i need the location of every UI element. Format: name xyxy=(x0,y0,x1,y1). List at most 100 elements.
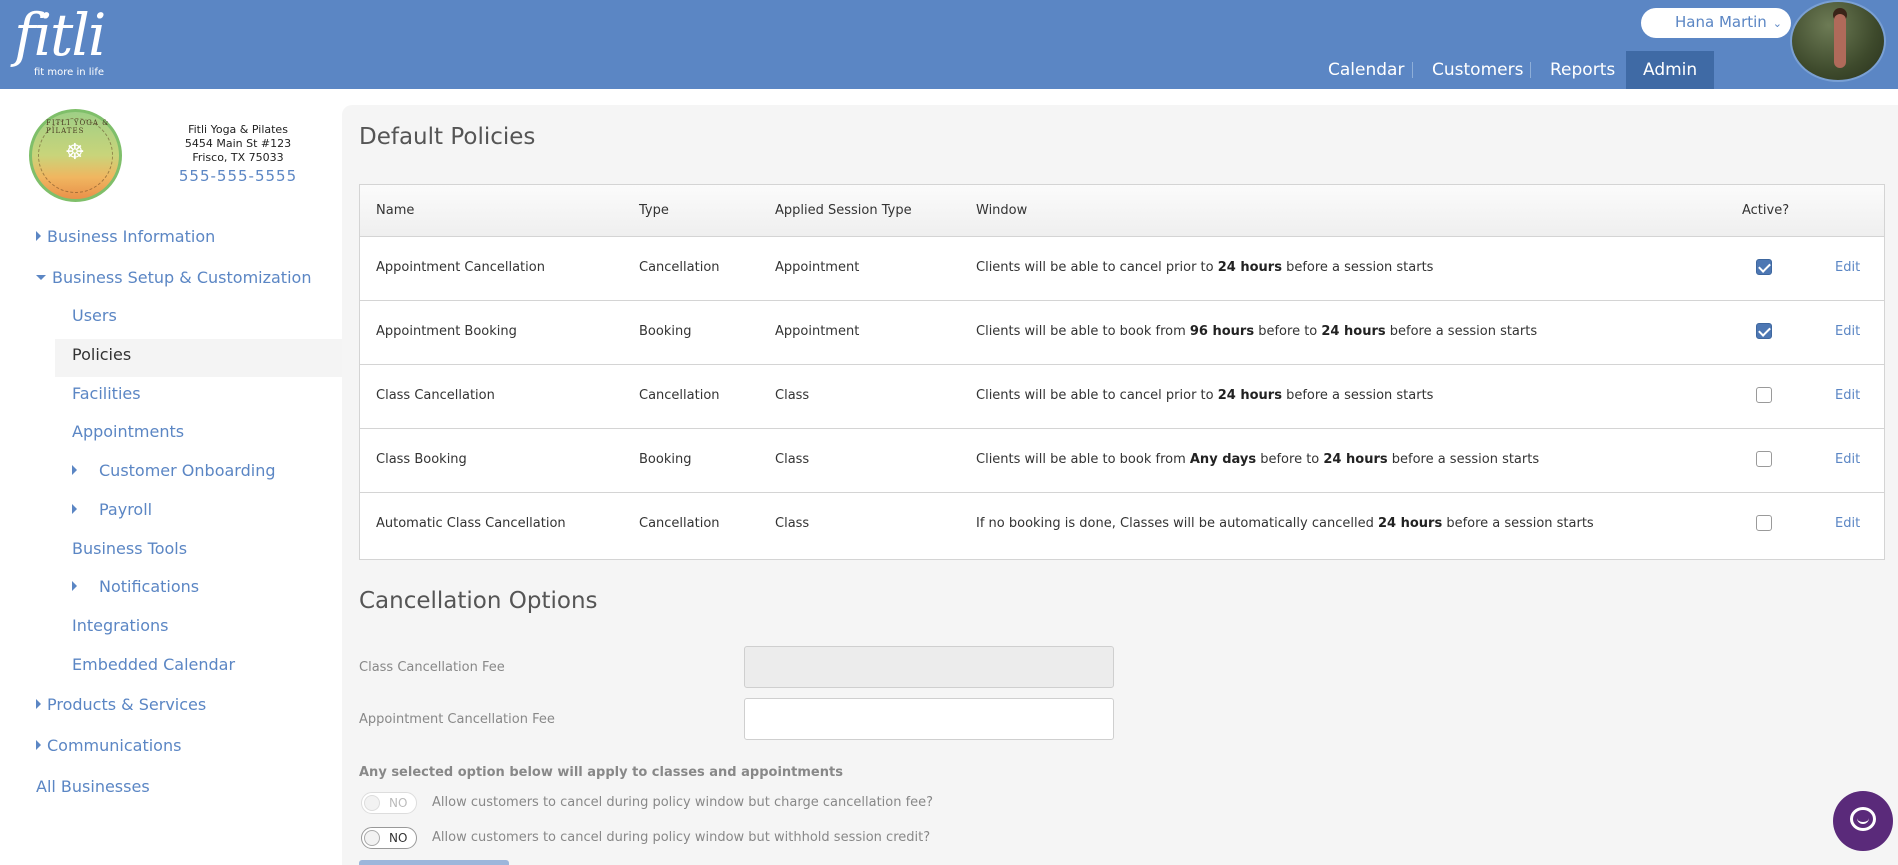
caret-down-icon xyxy=(36,275,46,280)
edit-link[interactable]: Edit xyxy=(1835,516,1860,531)
policy-name: Appointment Booking xyxy=(376,324,517,339)
toggle-state: NO xyxy=(389,831,408,845)
nav-reports[interactable]: Reports xyxy=(1550,51,1615,89)
sidebar-item-communications[interactable]: Communications xyxy=(36,736,181,755)
sidebar-item-embedded-calendar[interactable]: Embedded Calendar xyxy=(72,655,235,674)
window-text: before a session starts xyxy=(1387,452,1540,467)
sidebar-item-customer-onboarding[interactable]: Customer Onboarding xyxy=(72,461,275,480)
edit-link[interactable]: Edit xyxy=(1835,324,1860,339)
caret-right-icon xyxy=(72,465,77,475)
sidebar-item-users[interactable]: Users xyxy=(72,306,117,325)
class-cancellation-fee-input[interactable] xyxy=(744,646,1114,688)
business-name: Fitli Yoga & Pilates xyxy=(188,123,288,136)
nav-calendar[interactable]: Calendar xyxy=(1328,51,1404,89)
logo-tagline: fit more in life xyxy=(34,67,105,78)
window-value: 24 hours xyxy=(1217,260,1282,275)
logo-ring-text: FITLI YOGA & PILATES xyxy=(46,119,110,135)
sidebar-item-policies[interactable]: Policies xyxy=(72,345,131,364)
toggle-knob xyxy=(364,830,380,846)
fitli-logo[interactable]: fitli fit more in life xyxy=(14,1,106,78)
caret-right-icon xyxy=(36,231,41,241)
policy-session-type: Appointment xyxy=(775,260,860,275)
caret-right-icon xyxy=(36,699,41,709)
business-address-line1: 5454 Main St #123 xyxy=(184,137,292,150)
edit-link[interactable]: Edit xyxy=(1835,388,1860,403)
sidebar-item-all-businesses[interactable]: All Businesses xyxy=(36,777,150,796)
sidebar-item-payroll[interactable]: Payroll xyxy=(72,500,152,519)
sidebar-item-business-tools[interactable]: Business Tools xyxy=(72,539,187,558)
options-note: Any selected option below will apply to … xyxy=(359,765,843,780)
column-header-name: Name xyxy=(376,203,415,218)
nav-admin[interactable]: Admin xyxy=(1626,51,1715,89)
sidebar-item-label: Notifications xyxy=(99,577,200,596)
appointment-cancellation-fee-input[interactable] xyxy=(744,698,1114,740)
chat-widget-button[interactable] xyxy=(1833,791,1893,851)
active-checkbox[interactable] xyxy=(1756,515,1772,531)
policy-name: Automatic Class Cancellation xyxy=(376,516,566,531)
caret-right-icon xyxy=(36,740,41,750)
active-checkbox[interactable] xyxy=(1756,387,1772,403)
window-text: before a session starts xyxy=(1385,324,1538,339)
sidebar-item-integrations[interactable]: Integrations xyxy=(72,616,169,635)
window-value: 96 hours xyxy=(1189,324,1255,339)
sidebar-item-products-services[interactable]: Products & Services xyxy=(36,695,206,714)
sidebar-item-label: Business Information xyxy=(47,227,216,246)
chevron-down-icon: ⌄ xyxy=(1772,17,1783,30)
edit-link[interactable]: Edit xyxy=(1835,452,1860,467)
column-header-active: Active? xyxy=(1742,203,1790,218)
policy-type: Cancellation xyxy=(639,260,720,275)
business-address: Fitli Yoga & Pilates 5454 Main St #123 F… xyxy=(176,123,300,165)
window-value: 24 hours xyxy=(1217,388,1282,403)
window-text: Clients will be able to book from xyxy=(976,324,1190,339)
sidebar-item-label: Products & Services xyxy=(47,695,207,714)
policy-window: Clients will be able to book from 96 hou… xyxy=(976,324,1537,339)
nav-customers[interactable]: Customers xyxy=(1432,51,1523,89)
policy-window: If no booking is done, Classes will be a… xyxy=(976,516,1594,531)
cancellation-options-title: Cancellation Options xyxy=(359,588,598,614)
caret-right-icon xyxy=(72,581,77,591)
caret-right-icon xyxy=(72,504,77,514)
user-menu[interactable]: Hana Martin ⌄ xyxy=(1641,8,1791,38)
save-button[interactable] xyxy=(359,860,509,865)
edit-link[interactable]: Edit xyxy=(1835,260,1860,275)
table-row: Appointment Booking Booking Appointment … xyxy=(360,301,1884,365)
policy-type: Cancellation xyxy=(639,388,720,403)
sidebar-item-appointments[interactable]: Appointments xyxy=(72,422,184,441)
sidebar-item-business-setup[interactable]: Business Setup & Customization xyxy=(36,268,311,287)
policies-table: Name Type Applied Session Type Window Ac… xyxy=(359,184,1885,560)
sidebar-item-facilities[interactable]: Facilities xyxy=(72,384,141,403)
active-checkbox[interactable] xyxy=(1756,451,1772,467)
policy-name: Class Cancellation xyxy=(376,388,495,403)
column-header-type: Type xyxy=(639,203,669,218)
policy-session-type: Class xyxy=(775,452,810,467)
policy-type: Booking xyxy=(639,452,692,467)
window-text: before to xyxy=(1256,452,1324,467)
logo-wordmark: fitli xyxy=(14,1,106,69)
avatar[interactable] xyxy=(1790,0,1886,82)
window-text: Clients will be able to cancel prior to xyxy=(976,388,1218,403)
page-title: Default Policies xyxy=(359,124,536,150)
window-value: 24 hours xyxy=(1321,324,1386,339)
window-text: If no booking is done, Classes will be a… xyxy=(976,516,1378,531)
sidebar-item-notifications[interactable]: Notifications xyxy=(72,577,199,596)
sidebar: FITLI YOGA & PILATES ☸ Fitli Yoga & Pila… xyxy=(0,89,342,865)
policy-type: Booking xyxy=(639,324,692,339)
business-phone[interactable]: 555-555-5555 xyxy=(176,167,300,185)
active-checkbox[interactable] xyxy=(1756,259,1772,275)
column-header-session-type: Applied Session Type xyxy=(775,203,912,218)
table-row: Class Booking Booking Class Clients will… xyxy=(360,429,1884,493)
charge-fee-toggle[interactable]: NO xyxy=(361,792,417,814)
window-text: before to xyxy=(1254,324,1322,339)
policy-session-type: Class xyxy=(775,516,810,531)
sidebar-item-label: Payroll xyxy=(99,500,153,519)
active-checkbox[interactable] xyxy=(1756,323,1772,339)
table-row: Automatic Class Cancellation Cancellatio… xyxy=(360,493,1884,557)
charge-fee-label: Allow customers to cancel during policy … xyxy=(432,795,934,810)
sidebar-item-business-information[interactable]: Business Information xyxy=(36,227,215,246)
column-header-window: Window xyxy=(976,203,1028,218)
table-row: Class Cancellation Cancellation Class Cl… xyxy=(360,365,1884,429)
window-text: Clients will be able to cancel prior to xyxy=(976,260,1218,275)
withhold-credit-toggle[interactable]: NO xyxy=(361,827,417,849)
window-value: 24 hours xyxy=(1323,452,1388,467)
window-text: Clients will be able to book from xyxy=(976,452,1190,467)
